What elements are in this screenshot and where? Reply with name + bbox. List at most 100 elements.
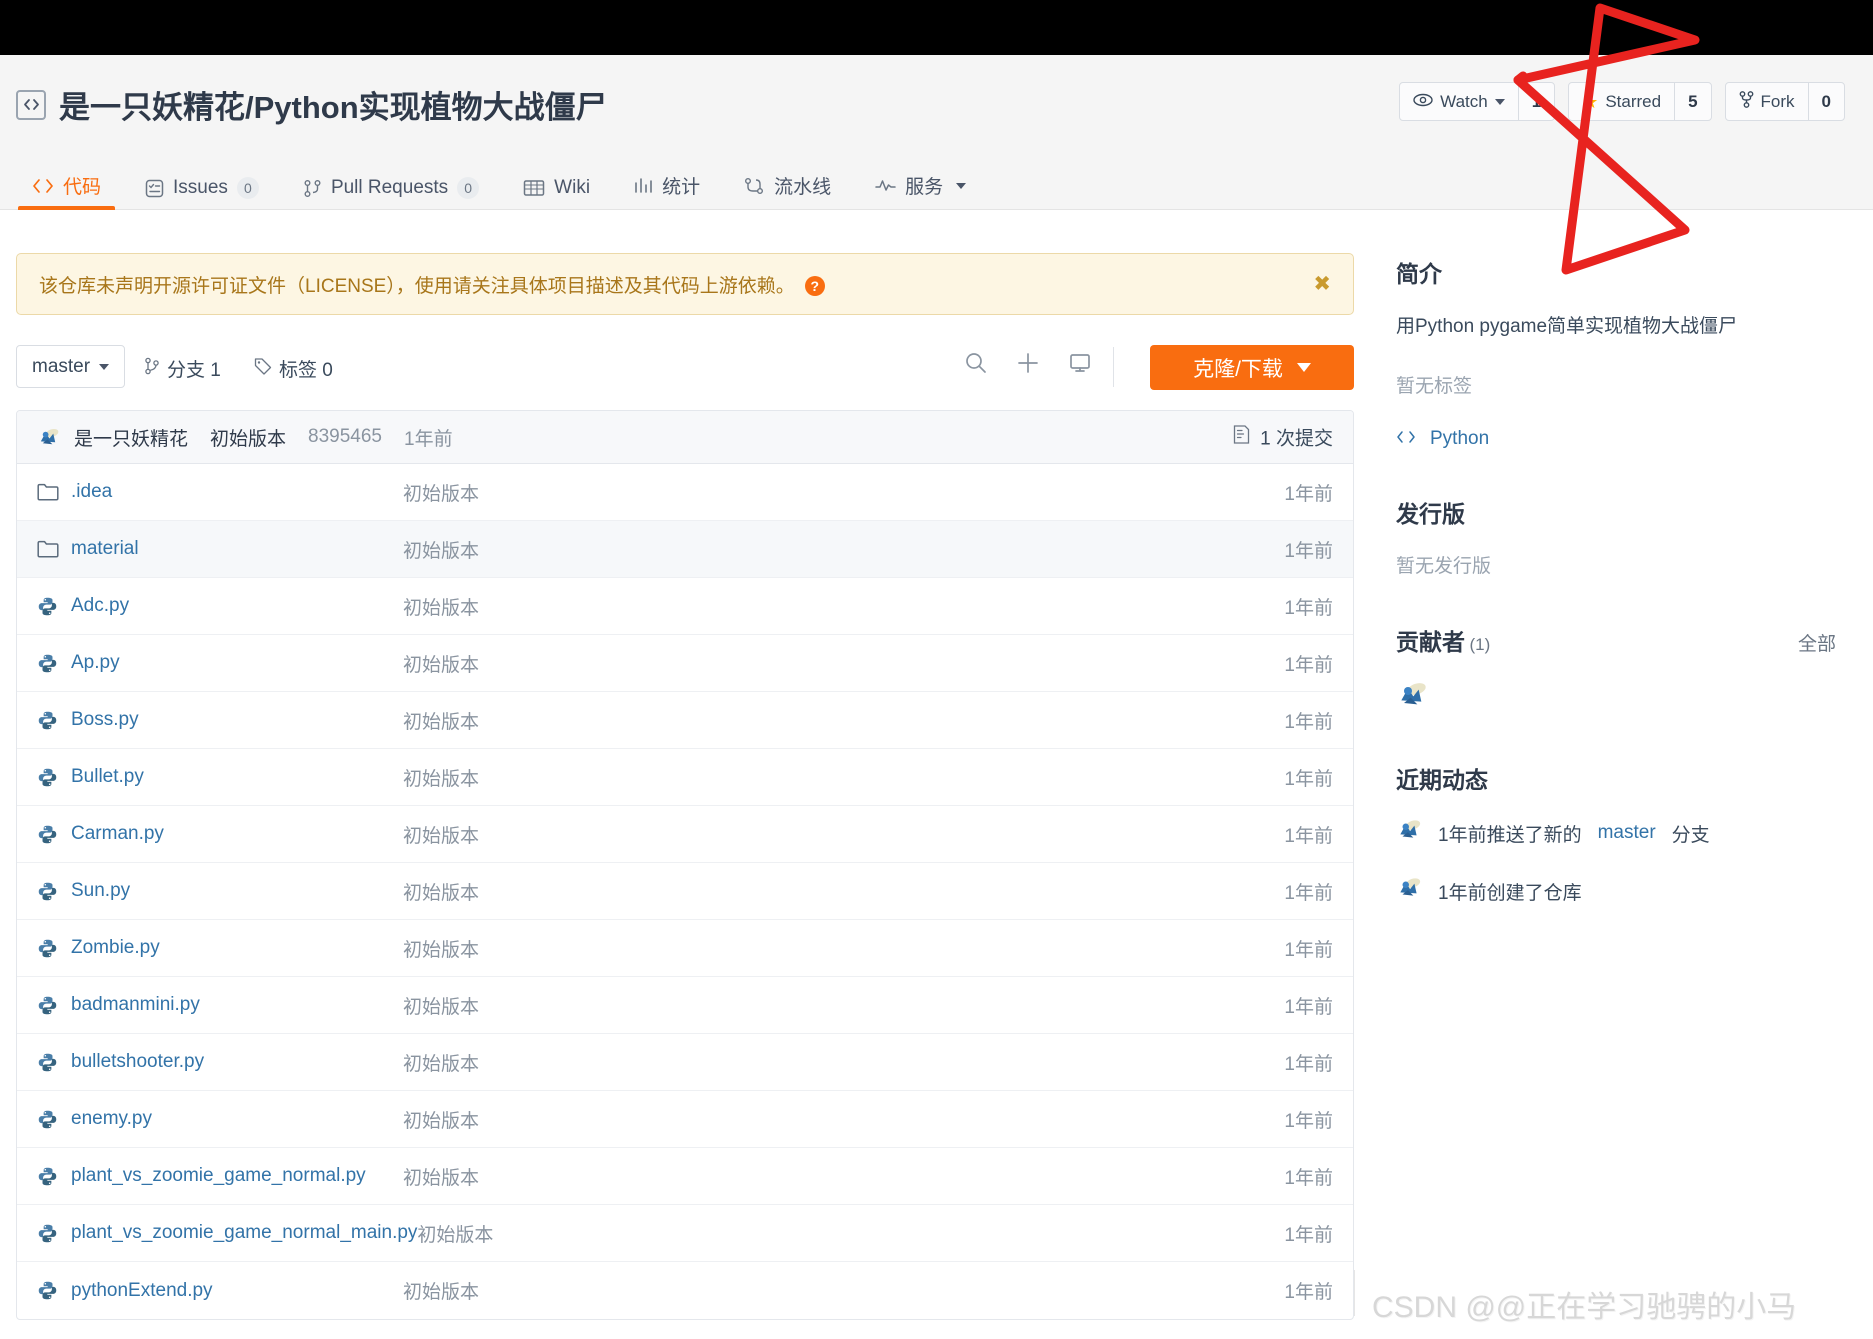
tab-service[interactable]: 服务 xyxy=(853,172,988,210)
activity-branch-link[interactable]: master xyxy=(1598,822,1656,844)
language-link[interactable]: Python xyxy=(1396,428,1836,450)
contributors-title-group: 贡献者 (1) xyxy=(1396,623,1490,657)
file-name[interactable]: Sun.py xyxy=(71,880,403,902)
avatar[interactable] xyxy=(1396,817,1422,849)
file-name[interactable]: bulletshooter.py xyxy=(71,1051,403,1073)
file-name[interactable]: badmanmini.py xyxy=(71,994,403,1016)
watch-button-main[interactable]: Watch xyxy=(1400,83,1518,120)
python-file-icon xyxy=(37,596,59,617)
file-name[interactable]: Zombie.py xyxy=(71,937,403,959)
fork-button[interactable]: Fork 0 xyxy=(1724,82,1845,121)
file-commit-message: 初始版本 xyxy=(403,939,480,961)
file-rows: .idea 初始版本 1年前 material 初始版本 1年前 Adc.py 初始版本 1年前… xyxy=(17,464,1353,1319)
close-icon[interactable]: ✖ xyxy=(1313,274,1331,295)
clone-download-button[interactable]: 克隆/下载 xyxy=(1150,345,1354,390)
table-row[interactable]: bulletshooter.py 初始版本 1年前 xyxy=(17,1034,1353,1091)
table-row[interactable]: pythonExtend.py 初始版本 1年前 xyxy=(17,1262,1353,1319)
starred-button[interactable]: ★ Starred 5 xyxy=(1568,82,1712,121)
file-name[interactable]: pythonExtend.py xyxy=(71,1280,403,1302)
table-row[interactable]: material 初始版本 1年前 xyxy=(17,521,1353,578)
tab-pipeline[interactable]: 流水线 xyxy=(722,172,853,210)
search-icon[interactable] xyxy=(964,351,988,380)
table-row[interactable]: .idea 初始版本 1年前 xyxy=(17,464,1353,521)
file-name[interactable]: enemy.py xyxy=(71,1108,403,1130)
starred-button-main[interactable]: ★ Starred xyxy=(1569,83,1674,120)
stats-icon xyxy=(634,177,653,194)
file-name[interactable]: Carman.py xyxy=(71,823,403,845)
csdn-watermark: CSDN @@正在学习驰骋的小马 xyxy=(1372,1291,1797,1324)
file-name[interactable]: .idea xyxy=(71,481,403,503)
monitor-icon[interactable] xyxy=(1068,352,1092,379)
file-name[interactable]: Ap.py xyxy=(71,652,403,674)
commit-count-label: 1 次提交 xyxy=(1260,428,1333,450)
repo-nav-tabs: 代码 Issues 0 Pull Requests 0 Wiki 统计 流水线 … xyxy=(10,170,988,210)
table-row[interactable]: plant_vs_zoomie_game_normal.py 初始版本 1年前 xyxy=(17,1148,1353,1205)
table-row[interactable]: Boss.py 初始版本 1年前 xyxy=(17,692,1353,749)
branches-link[interactable]: 分支 1 xyxy=(144,355,221,382)
table-row[interactable]: Adc.py 初始版本 1年前 xyxy=(17,578,1353,635)
tab-issues[interactable]: Issues 0 xyxy=(123,177,281,210)
file-name[interactable]: Boss.py xyxy=(71,709,403,731)
code-icon xyxy=(32,178,54,194)
tab-pull-requests[interactable]: Pull Requests 0 xyxy=(281,177,501,210)
file-name[interactable]: plant_vs_zoomie_game_normal_main.py xyxy=(71,1222,417,1244)
commit-message[interactable]: 初始版本 xyxy=(210,424,286,451)
contributors-section: 贡献者 (1) 全部 xyxy=(1396,623,1836,716)
file-commit-message: 初始版本 xyxy=(403,768,480,790)
file-time: 1年前 xyxy=(1284,1053,1333,1075)
python-file-icon xyxy=(37,881,59,902)
file-name[interactable]: material xyxy=(71,538,403,560)
table-row[interactable]: Zombie.py 初始版本 1年前 xyxy=(17,920,1353,977)
contributors-all-link[interactable]: 全部 xyxy=(1798,629,1836,656)
branch-selector[interactable]: master xyxy=(16,345,126,388)
avatar[interactable] xyxy=(1396,679,1428,716)
code-brackets-icon xyxy=(1396,428,1416,450)
fork-icon xyxy=(1739,90,1754,113)
file-name[interactable]: plant_vs_zoomie_game_normal.py xyxy=(71,1165,403,1187)
table-row[interactable]: badmanmini.py 初始版本 1年前 xyxy=(17,977,1353,1034)
repo-header: 是一只妖精花/Python实现植物大战僵尸 Watch 1 ★ Starred … xyxy=(0,55,1873,210)
avatar[interactable] xyxy=(1396,875,1422,907)
file-time: 1年前 xyxy=(1284,1167,1333,1189)
file-commit-message: 初始版本 xyxy=(403,825,480,847)
file-time: 1年前 xyxy=(1284,1224,1333,1246)
python-file-icon xyxy=(37,1052,59,1073)
page-title[interactable]: 是一只妖精花/Python实现植物大战僵尸 xyxy=(59,82,607,127)
wiki-icon xyxy=(523,179,545,197)
pipeline-icon xyxy=(744,177,765,195)
file-name[interactable]: Bullet.py xyxy=(71,766,403,788)
fork-button-main[interactable]: Fork xyxy=(1726,83,1808,120)
python-file-icon xyxy=(37,710,59,731)
no-tags-text: 暂无标签 xyxy=(1396,376,1473,397)
commit-sha[interactable]: 8395465 xyxy=(308,426,382,448)
table-row[interactable]: Sun.py 初始版本 1年前 xyxy=(17,863,1353,920)
license-notice-text: 该仓库未声明开源许可证文件（LICENSE），使用请关注具体项目描述及其代码上游… xyxy=(39,271,825,298)
avatar[interactable] xyxy=(37,426,60,449)
plus-icon[interactable] xyxy=(1016,351,1040,380)
tab-code[interactable]: 代码 xyxy=(10,172,123,210)
watch-button[interactable]: Watch 1 xyxy=(1399,82,1556,121)
commit-author[interactable]: 是一只妖精花 xyxy=(74,424,188,451)
file-commit-message: 初始版本 xyxy=(403,1167,480,1189)
tags-link[interactable]: 标签 0 xyxy=(254,355,333,382)
table-row[interactable]: plant_vs_zoomie_game_normal_main.py 初始版本 1… xyxy=(17,1205,1353,1262)
table-row[interactable]: enemy.py 初始版本 1年前 xyxy=(17,1091,1353,1148)
file-name[interactable]: Adc.py xyxy=(71,595,403,617)
commit-time: 1年前 xyxy=(404,428,453,450)
list-item: 1年前推送了新的 master 分支 xyxy=(1396,817,1836,849)
question-mark-icon[interactable]: ? xyxy=(804,276,825,297)
file-commit-message: 初始版本 xyxy=(403,1282,480,1303)
file-time: 1年前 xyxy=(1284,1110,1333,1132)
file-time: 1年前 xyxy=(1284,540,1333,562)
tab-stats[interactable]: 统计 xyxy=(612,172,722,210)
table-row[interactable]: Ap.py 初始版本 1年前 xyxy=(17,635,1353,692)
table-row[interactable]: Bullet.py 初始版本 1年前 xyxy=(17,749,1353,806)
tab-wiki[interactable]: Wiki xyxy=(501,177,612,210)
file-time: 1年前 xyxy=(1284,597,1333,619)
python-file-icon xyxy=(37,1109,59,1130)
commit-count-link[interactable]: 1 次提交 xyxy=(1232,424,1333,451)
starred-label: Starred xyxy=(1605,91,1662,111)
starred-count: 5 xyxy=(1674,83,1710,120)
table-row[interactable]: Carman.py 初始版本 1年前 xyxy=(17,806,1353,863)
repo-code-icon xyxy=(16,89,46,120)
